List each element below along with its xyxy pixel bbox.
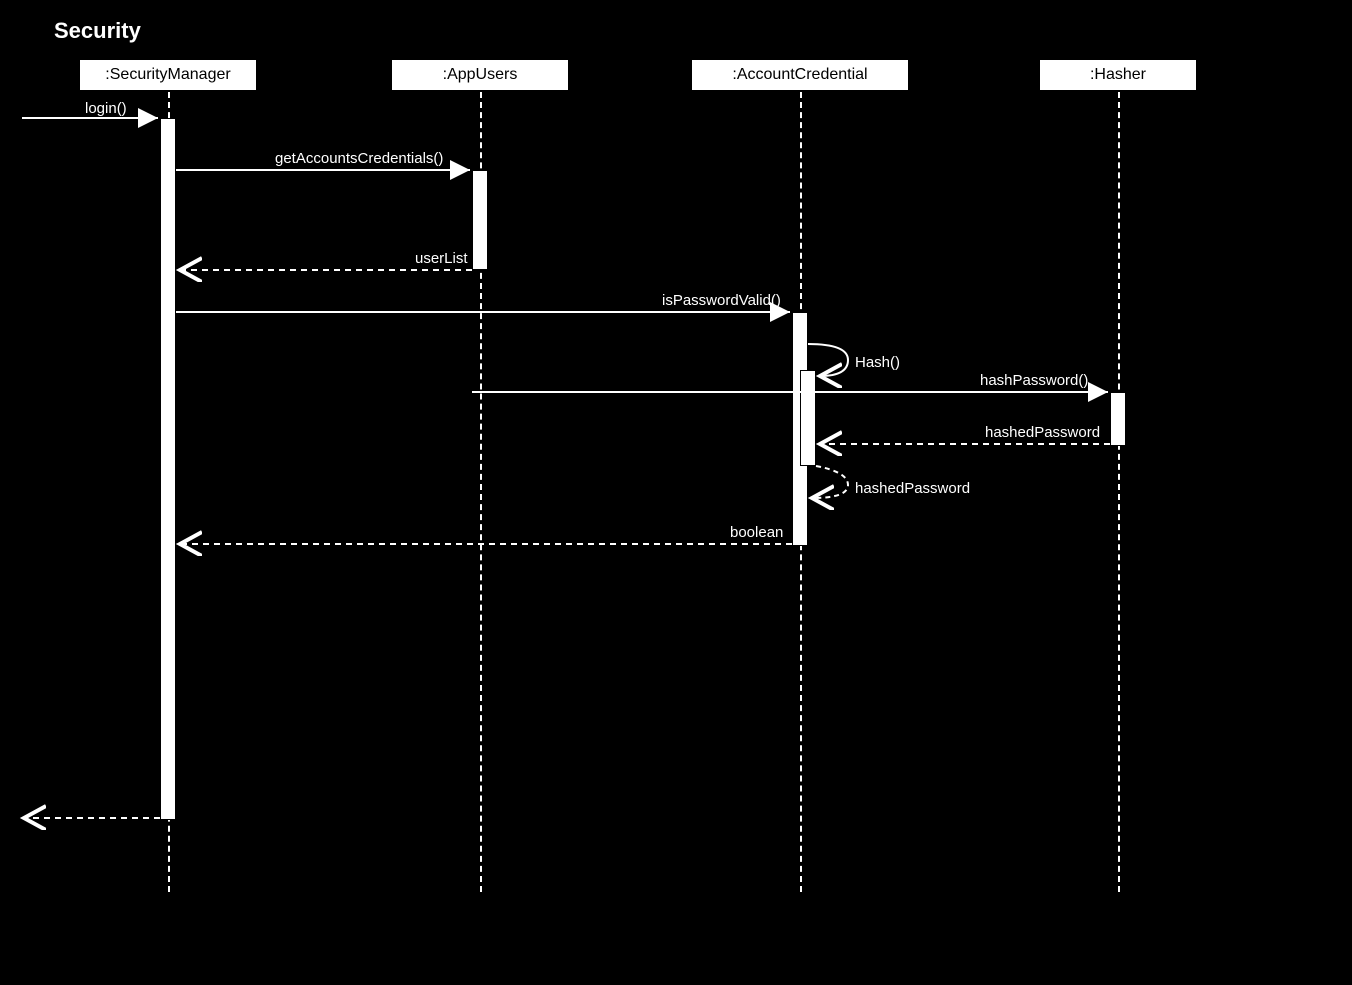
msg-boolean: boolean [730, 524, 783, 541]
msg-login: login() [85, 100, 127, 117]
msg-hash-password: hashPassword() [980, 372, 1088, 389]
diagram-title: Security [54, 18, 141, 44]
msg-hashed-password-1: hashedPassword [985, 424, 1100, 441]
participant-hasher: :Hasher [1038, 58, 1198, 92]
activation-app-users [472, 170, 488, 270]
msg-is-password-valid: isPasswordValid() [662, 292, 781, 309]
lifeline-hasher [1118, 92, 1120, 892]
participant-security-manager: :SecurityManager [78, 58, 258, 92]
sequence-arrows [0, 0, 1352, 985]
activation-hasher [1110, 392, 1126, 446]
participant-app-users: :AppUsers [390, 58, 570, 92]
msg-get-accounts-credentials: getAccountsCredentials() [275, 150, 443, 167]
participant-account-credential: :AccountCredential [690, 58, 910, 92]
msg-hash: Hash() [855, 354, 900, 371]
msg-user-list: userList [415, 250, 468, 267]
activation-account-credential-inner [800, 370, 816, 466]
activation-security-manager [160, 118, 176, 820]
msg-hashed-password-2: hashedPassword [855, 480, 970, 497]
